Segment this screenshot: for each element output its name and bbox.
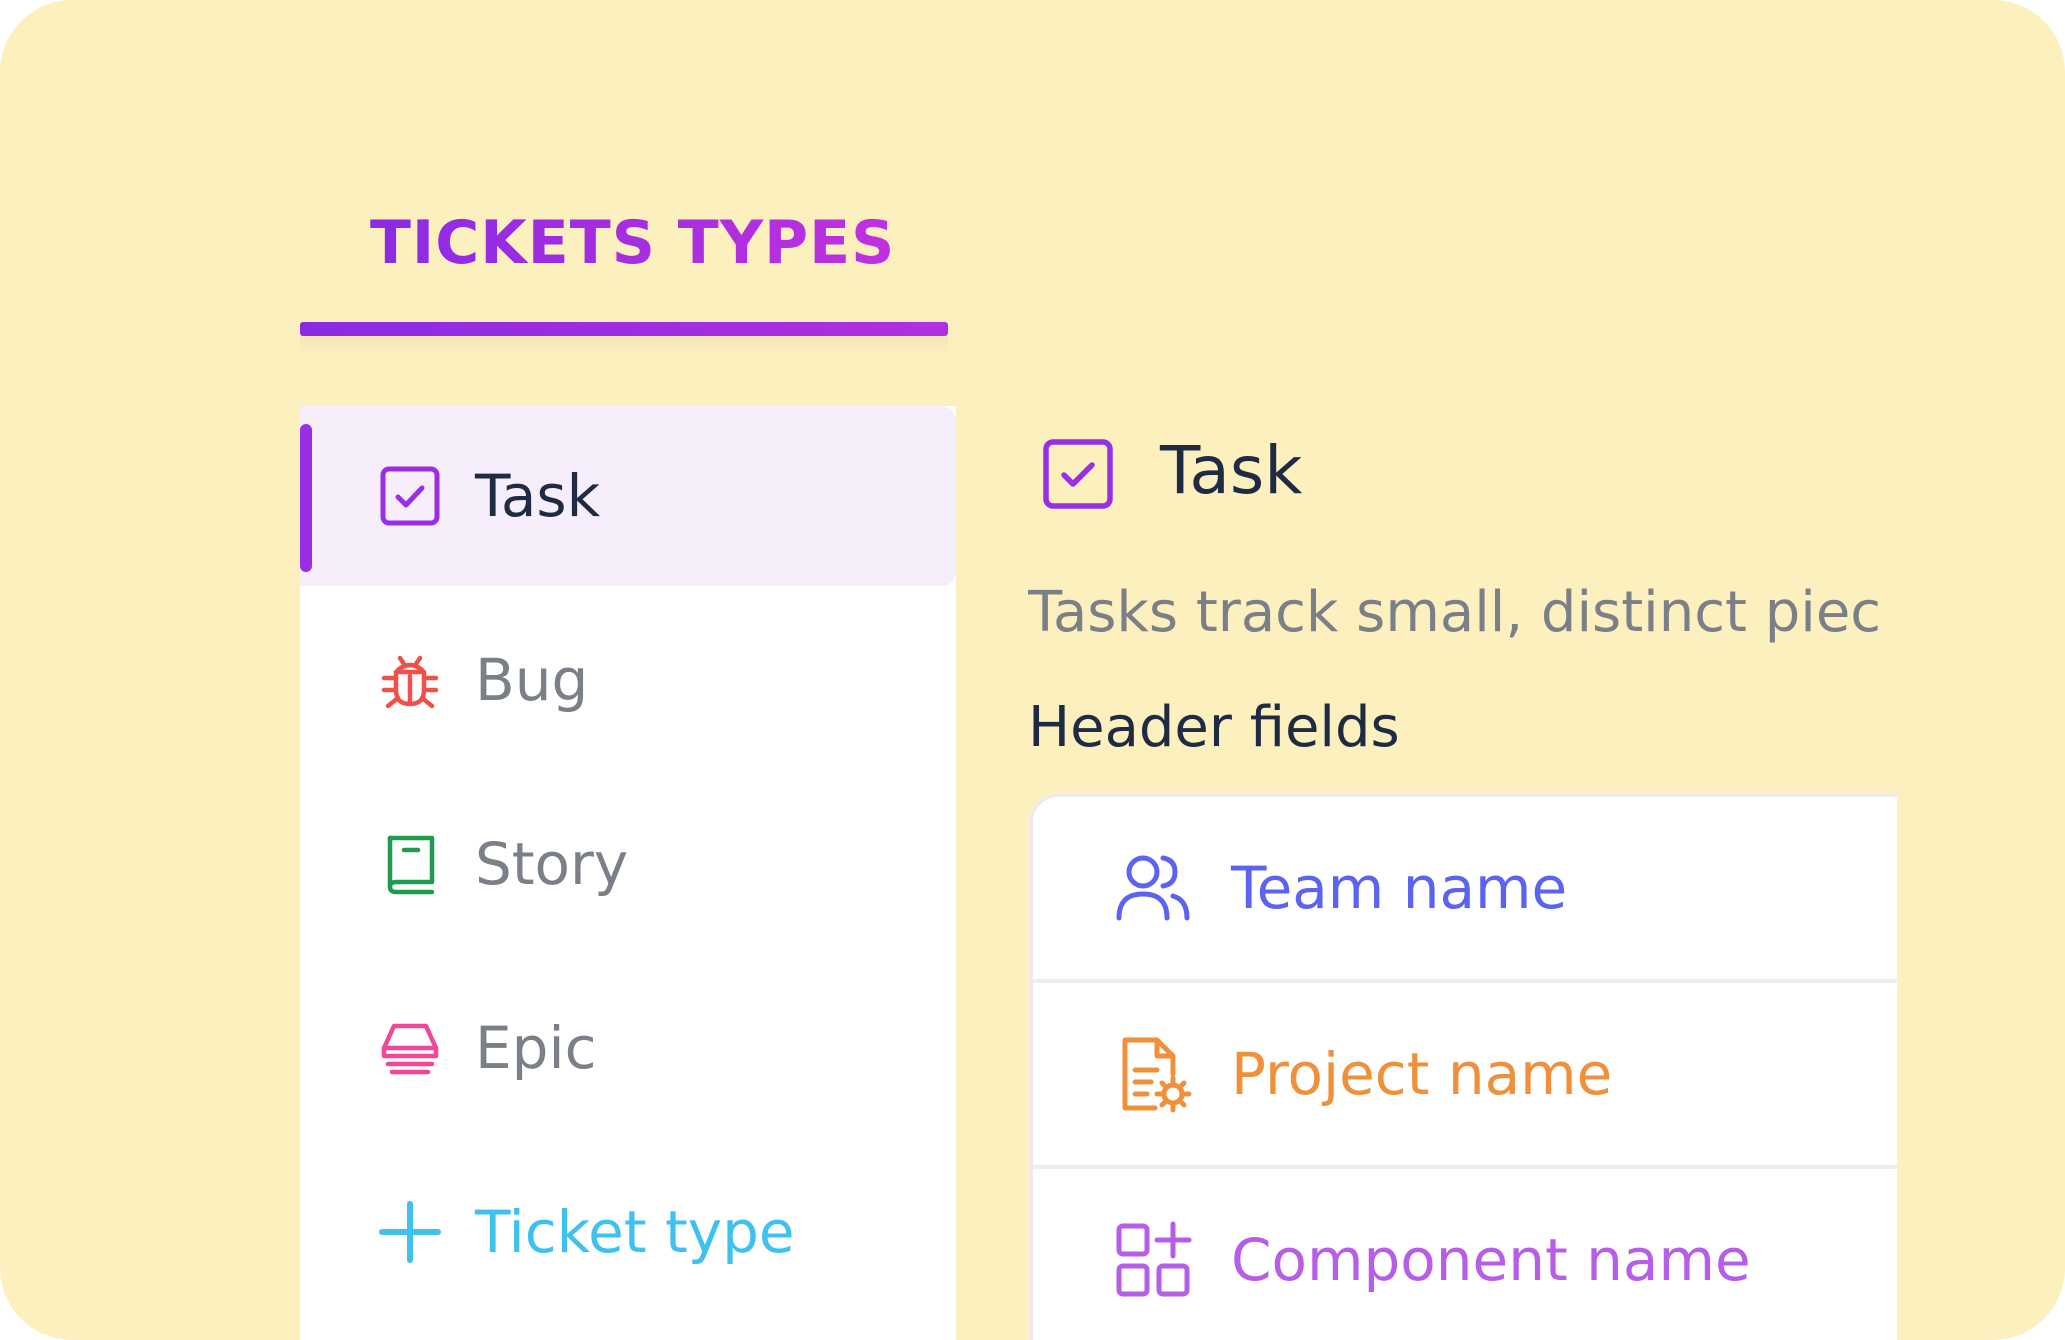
header-fields-heading: Header fields — [1028, 695, 1400, 760]
task-checkbox-icon — [380, 466, 440, 526]
ticket-type-task[interactable]: Task — [300, 406, 956, 586]
header-fields-list: Team name Project name Component name — [1030, 794, 1897, 1340]
tab-underline — [300, 322, 948, 336]
detail-title: Task — [1160, 432, 1303, 509]
bug-icon — [381, 655, 439, 709]
component-grid-icon — [1116, 1221, 1192, 1297]
field-project-name[interactable]: Project name — [1033, 983, 1897, 1169]
field-label: Component name — [1231, 1226, 1751, 1294]
add-ticket-type-button[interactable]: Ticket type — [300, 1142, 956, 1322]
ticket-type-label: Task — [475, 462, 601, 530]
ticket-type-epic[interactable]: Epic — [300, 958, 956, 1138]
project-document-icon — [1122, 1037, 1192, 1113]
ticket-type-story[interactable]: Story — [300, 774, 956, 954]
task-checkbox-icon — [1043, 439, 1113, 509]
add-ticket-type-label: Ticket type — [475, 1198, 795, 1266]
epic-stack-icon — [381, 1023, 439, 1075]
team-icon — [1116, 855, 1190, 921]
ticket-types-list: Task Bug Story Epic Ticket type — [300, 406, 956, 1340]
book-icon — [387, 835, 435, 895]
field-label: Project name — [1231, 1040, 1613, 1108]
ticket-type-label: Epic — [475, 1014, 597, 1082]
ticket-type-label: Story — [475, 830, 629, 898]
ticket-type-bug[interactable]: Bug — [300, 590, 956, 770]
section-title: TICKETS TYPES — [370, 208, 896, 278]
field-component-name[interactable]: Component name — [1033, 1169, 1897, 1340]
tab-underline-shadow — [300, 336, 948, 356]
ticket-type-label: Bug — [475, 646, 589, 714]
field-team-name[interactable]: Team name — [1033, 797, 1897, 983]
active-indicator — [300, 424, 312, 572]
app-frame: TICKETS TYPES Task Bug Story Epic Ticket… — [0, 0, 2065, 1340]
detail-description: Tasks track small, distinct piec — [1028, 580, 1882, 645]
field-label: Team name — [1231, 854, 1568, 922]
plus-icon — [379, 1201, 441, 1263]
